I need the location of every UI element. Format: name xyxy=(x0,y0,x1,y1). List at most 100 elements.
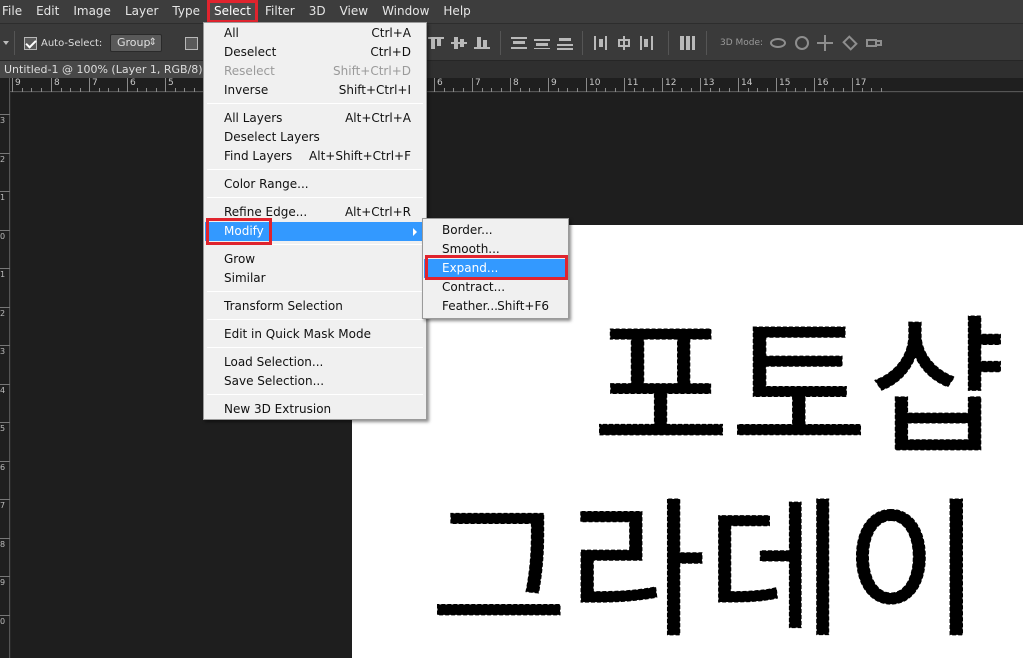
ruler-label: 7 xyxy=(0,501,6,510)
menu-select[interactable]: Select xyxy=(206,0,258,23)
distribute-horizontal-group xyxy=(592,24,656,62)
horizontal-ruler[interactable]: 98765567891011121314151617 xyxy=(10,78,1023,92)
ruler-tick xyxy=(165,78,166,92)
ruler-tick xyxy=(700,78,701,92)
ruler-minor-tick xyxy=(70,88,71,92)
ruler-label: 7 xyxy=(475,78,481,88)
3d-roll-icon[interactable] xyxy=(793,35,811,51)
3d-rotate-icon[interactable] xyxy=(769,35,787,51)
menu-item-load-selection[interactable]: Load Selection... xyxy=(205,353,425,372)
menu-item-all-layers[interactable]: All Layers Alt+Ctrl+A xyxy=(205,109,425,128)
ruler-minor-tick xyxy=(785,88,787,92)
submenu-item-contract[interactable]: Contract... xyxy=(424,278,567,297)
submenu-item-feather[interactable]: Feather... Shift+F6 xyxy=(424,297,567,316)
menu-edit[interactable]: Edit xyxy=(29,0,66,23)
submenu-arrow-icon xyxy=(413,228,417,236)
distribute-top-icon[interactable] xyxy=(510,35,528,51)
tool-preset-arrow[interactable] xyxy=(3,24,9,62)
align-bottom-icon[interactable] xyxy=(473,35,491,51)
menu-item-inverse[interactable]: Inverse Shift+Ctrl+I xyxy=(205,81,425,100)
auto-select-checkbox[interactable] xyxy=(24,36,37,50)
menu-item-refine-edge[interactable]: Refine Edge... Alt+Ctrl+R xyxy=(205,203,425,222)
menu-item-find-layers[interactable]: Find Layers Alt+Shift+Ctrl+F xyxy=(205,147,425,166)
canvas-text-line-2: 그라데이 xyxy=(430,485,982,658)
auto-align-layers-icon[interactable] xyxy=(678,35,696,51)
3d-scale-icon[interactable] xyxy=(865,35,883,51)
ruler-tick xyxy=(0,306,10,308)
ruler-minor-tick xyxy=(690,88,692,92)
distribute-left-icon[interactable] xyxy=(592,35,610,51)
menu-item-grow[interactable]: Grow xyxy=(205,250,425,269)
align-vertical-center-icon[interactable] xyxy=(450,35,468,51)
menu-item-reselect: Reselect Shift+Ctrl+D xyxy=(224,64,411,78)
caret-down-icon xyxy=(3,41,9,45)
divider xyxy=(668,31,669,55)
ruler-minor-tick xyxy=(842,88,844,92)
3d-slide-icon[interactable] xyxy=(841,35,859,51)
select-menu-dropdown: All Ctrl+A Deselect Ctrl+D Reselect Shift+C… xyxy=(203,22,427,420)
menu-item-new-3d-extrusion[interactable]: New 3D Extrusion xyxy=(205,400,425,419)
ruler-minor-tick xyxy=(605,88,606,92)
ruler-minor-tick xyxy=(443,88,445,92)
menu-item-save-selection[interactable]: Save Selection... xyxy=(205,372,425,391)
3d-pan-icon[interactable] xyxy=(817,35,835,51)
ruler-minor-tick xyxy=(709,88,711,92)
menu-item-modify[interactable]: Modify xyxy=(205,222,425,241)
ruler-tick xyxy=(586,78,587,92)
align-top-icon[interactable] xyxy=(427,35,445,51)
menu-separator xyxy=(207,291,423,292)
show-transform-controls-checkbox[interactable] xyxy=(185,36,198,50)
submenu-item-border[interactable]: Border... xyxy=(424,221,567,240)
ruler-minor-tick xyxy=(453,88,454,92)
menu-image[interactable]: Image xyxy=(66,0,118,23)
ruler-minor-tick xyxy=(671,88,673,92)
align-group xyxy=(427,24,491,62)
menu-window[interactable]: Window xyxy=(375,0,436,23)
distribute-right-icon[interactable] xyxy=(638,35,656,51)
ruler-label: 9 xyxy=(551,78,557,88)
ruler-tick xyxy=(434,78,435,92)
ruler-tick xyxy=(0,537,10,539)
ruler-label: 2 xyxy=(0,308,6,318)
ruler-tick xyxy=(662,78,663,92)
ruler-tick xyxy=(510,78,511,92)
ruler-tick xyxy=(776,78,777,92)
vertical-ruler[interactable]: 3 2 1 0 1 2 3 4 5 6 7 8 9 0 xyxy=(0,78,10,658)
menu-filter[interactable]: Filter xyxy=(258,0,302,23)
menu-type[interactable]: Type xyxy=(165,0,207,23)
menu-item-color-range[interactable]: Color Range... xyxy=(205,175,425,194)
ruler-tick xyxy=(738,78,739,92)
menu-3d[interactable]: 3D xyxy=(302,0,333,23)
submenu-item-expand[interactable]: Expand... xyxy=(424,259,567,278)
menu-file[interactable]: File xyxy=(0,0,29,23)
ruler-label: 0 xyxy=(0,616,6,626)
options-bar: Auto-Select: Group 3D Mode: xyxy=(0,23,1023,61)
ruler-minor-tick xyxy=(108,88,109,92)
auto-select-target-dropdown[interactable]: Group xyxy=(110,34,162,52)
ruler-label: 9 xyxy=(0,578,6,587)
menu-item-similar[interactable]: Similar xyxy=(205,269,425,288)
ruler-tick xyxy=(89,78,90,92)
distribute-center-icon[interactable] xyxy=(533,35,551,51)
ruler-minor-tick xyxy=(681,88,682,92)
menu-item-deselect[interactable]: Deselect Ctrl+D xyxy=(205,43,425,62)
menu-separator xyxy=(207,197,423,198)
ruler-tick xyxy=(127,78,128,92)
ruler-label: 5 xyxy=(0,424,6,433)
menu-layer[interactable]: Layer xyxy=(118,0,165,23)
distribute-hcenter-icon[interactable] xyxy=(615,35,633,51)
ruler-minor-tick xyxy=(538,88,540,92)
menu-item-quick-mask[interactable]: Edit in Quick Mask Mode xyxy=(205,325,425,344)
menu-item-transform-selection[interactable]: Transform Selection xyxy=(205,297,425,316)
menu-item-all[interactable]: All Ctrl+A xyxy=(205,24,425,43)
submenu-item-smooth[interactable]: Smooth... xyxy=(424,240,567,259)
document-tab[interactable]: Untitled-1 @ 100% (Layer 1, RGB/8) * xyxy=(0,61,220,78)
ruler-minor-tick xyxy=(757,88,758,92)
menu-item-deselect-layers[interactable]: Deselect Layers xyxy=(205,128,425,147)
menu-view[interactable]: View xyxy=(333,0,375,23)
distribute-bottom-icon[interactable] xyxy=(556,35,574,51)
menu-help[interactable]: Help xyxy=(436,0,477,23)
ruler-minor-tick xyxy=(174,88,176,92)
canvas-text-line-1: 포토샵 xyxy=(592,302,1006,476)
ruler-minor-tick xyxy=(652,88,654,92)
